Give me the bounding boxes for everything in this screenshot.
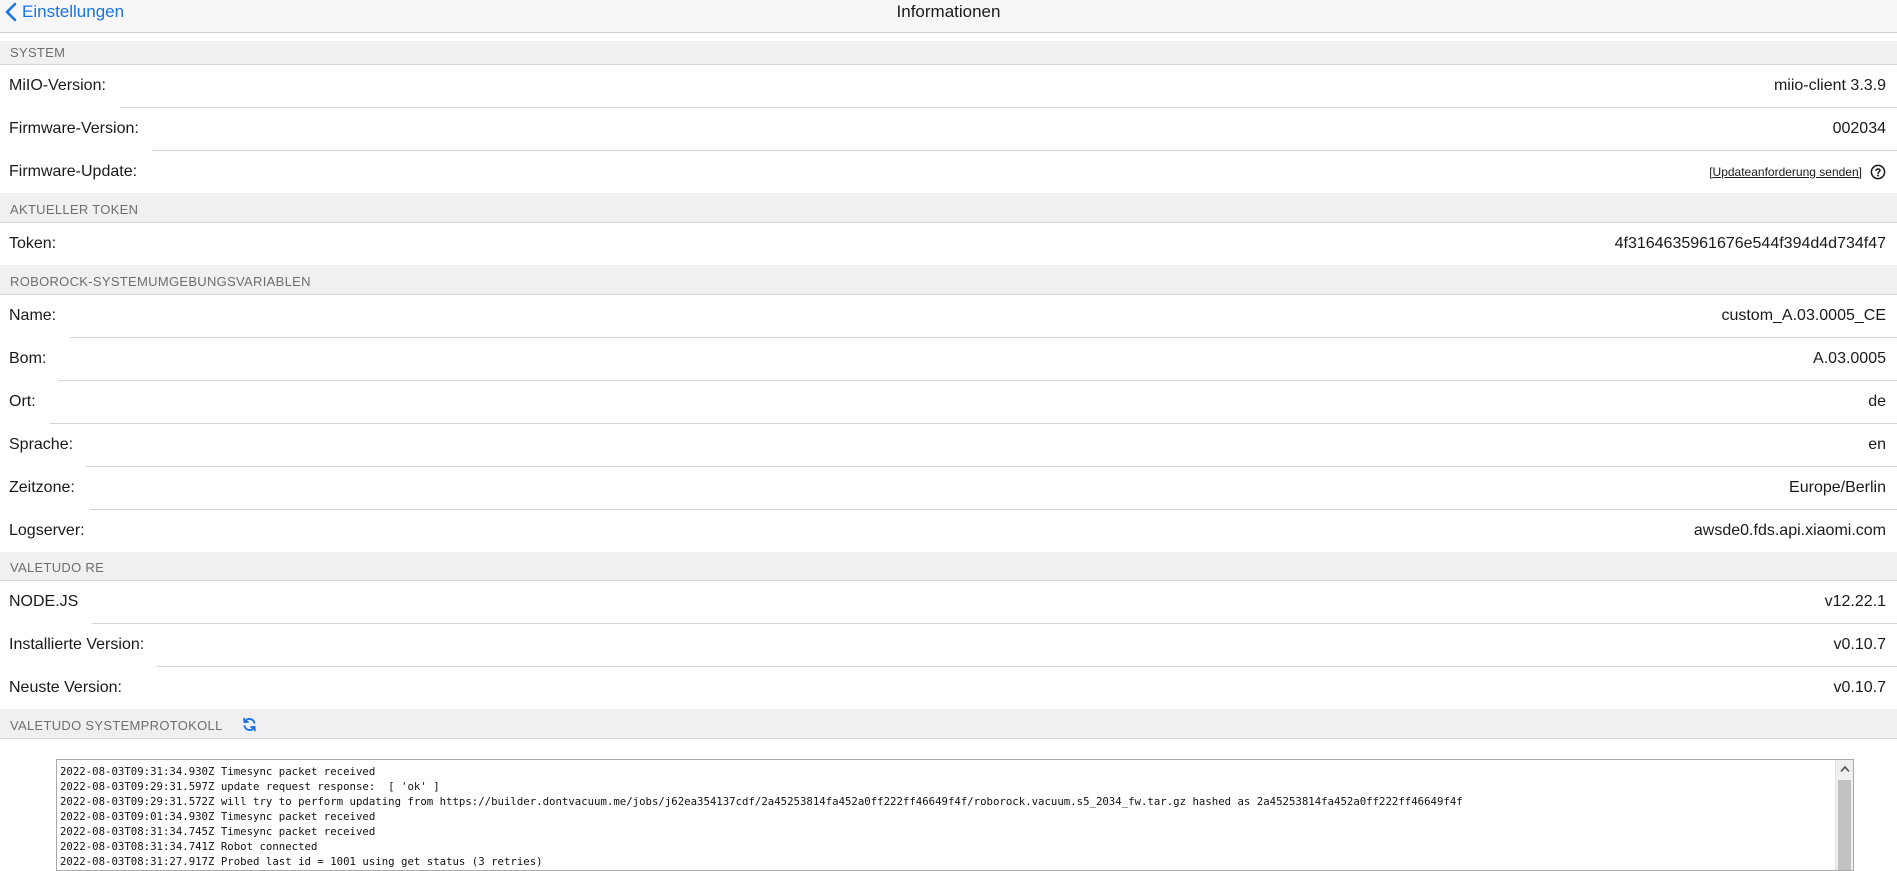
row-value: v0.10.7: [1833, 636, 1886, 653]
log-line: 2022-08-03T08:31:34.745Z Timesync packet…: [60, 825, 376, 838]
row-name: Name: custom_A.03.0005_CE: [0, 295, 1897, 338]
log-line: 2022-08-03T08:31:34.741Z Robot connected: [60, 840, 318, 853]
section-header-env: ROBOROCK-SYSTEMUMGEBUNGSVARIABLEN: [0, 265, 1897, 295]
row-label: Firmware-Version:: [9, 120, 139, 137]
section-header-log: VALETUDO SYSTEMPROTOKOLL: [0, 709, 1897, 739]
row-value: de: [1868, 393, 1886, 410]
row-firmware-update: Firmware-Update: [Updateanforderung send…: [0, 151, 1897, 194]
row-value: v0.10.7: [1833, 679, 1886, 696]
row-label: Token:: [9, 235, 57, 252]
row-value: 4f3164635961676e544f394d4d734f47: [1614, 235, 1886, 252]
system-log-textarea[interactable]: 2022-08-03T09:31:34.930Z Timesync packet…: [56, 759, 1854, 871]
row-label: Sprache:: [9, 436, 74, 453]
row-value: 002034: [1832, 120, 1886, 137]
row-value: miio-client 3.3.9: [1773, 77, 1886, 94]
row-label: Bom:: [9, 350, 47, 367]
row-latest-version: Neuste Version: v0.10.7: [0, 667, 1897, 710]
navigation-bar: Einstellungen Informationen: [0, 0, 1897, 33]
row-label: Logserver:: [9, 522, 85, 539]
section-title: SYSTEM: [10, 45, 66, 60]
row-label: Firmware-Update:: [9, 163, 138, 180]
page-title: Informationen: [896, 2, 1001, 21]
row-logserver: Logserver: awsde0.fds.api.xiaomi.com: [0, 510, 1897, 553]
row-label: Zeitzone:: [9, 479, 75, 496]
row-zeitzone: Zeitzone: Europe/Berlin: [0, 467, 1897, 510]
section-title: ROBOROCK-SYSTEMUMGEBUNGSVARIABLEN: [10, 274, 311, 289]
log-line: 2022-08-03T09:29:31.572Z will try to per…: [60, 795, 1463, 808]
row-value: A.03.0005: [1813, 350, 1886, 367]
row-installed-version: Installierte Version: v0.10.7: [0, 624, 1897, 667]
row-ort: Ort: de: [0, 381, 1897, 424]
section-title: VALETUDO RE: [10, 560, 105, 575]
row-label: MiIO-Version:: [9, 77, 106, 94]
refresh-icon[interactable]: [242, 717, 257, 732]
row-value: Europe/Berlin: [1789, 479, 1886, 496]
row-label: Neuste Version:: [9, 679, 122, 696]
row-sprache: Sprache: en: [0, 424, 1897, 467]
section-header-token: AKTUELLER TOKEN: [0, 193, 1897, 223]
row-label: Name:: [9, 307, 57, 324]
row-label: NODE.JS: [9, 593, 79, 610]
log-line: 2022-08-03T09:31:34.930Z Timesync packet…: [60, 765, 376, 778]
log-line: 2022-08-03T09:01:34.930Z Timesync packet…: [60, 810, 376, 823]
scrollbar-thumb[interactable]: [1838, 780, 1851, 870]
section-title: AKTUELLER TOKEN: [10, 202, 139, 217]
section-header-system: SYSTEM: [0, 41, 1897, 65]
row-bom: Bom: A.03.0005: [0, 338, 1897, 381]
row-nodejs: NODE.JS v12.22.1: [0, 581, 1897, 624]
row-miio-version: MiIO-Version: miio-client 3.3.9: [0, 65, 1897, 108]
row-value: custom_A.03.0005_CE: [1721, 307, 1886, 324]
scroll-up-arrow[interactable]: [1836, 760, 1853, 777]
section-title: VALETUDO SYSTEMPROTOKOLL: [10, 718, 223, 733]
log-scrollbar[interactable]: [1835, 760, 1853, 870]
log-line: 2022-08-03T08:31:27.917Z Probed last id …: [60, 855, 543, 868]
row-value: v12.22.1: [1824, 593, 1886, 610]
system-log-text: 2022-08-03T09:31:34.930Z Timesync packet…: [60, 764, 1463, 869]
chevron-up-icon: [1839, 765, 1850, 772]
row-label: Installierte Version:: [9, 636, 145, 653]
row-token: Token: 4f3164635961676e544f394d4d734f47: [0, 223, 1897, 266]
row-firmware-version: Firmware-Version: 002034: [0, 108, 1897, 151]
question-circle-icon[interactable]: [1870, 164, 1886, 180]
row-value: awsde0.fds.api.xiaomi.com: [1693, 522, 1886, 539]
send-update-request-link[interactable]: [Updateanforderung senden]: [1709, 165, 1862, 179]
row-value: en: [1868, 436, 1886, 453]
section-header-valetudo: VALETUDO RE: [0, 552, 1897, 581]
row-label: Ort:: [9, 393, 36, 410]
log-line: 2022-08-03T09:29:31.597Z update request …: [60, 780, 440, 793]
